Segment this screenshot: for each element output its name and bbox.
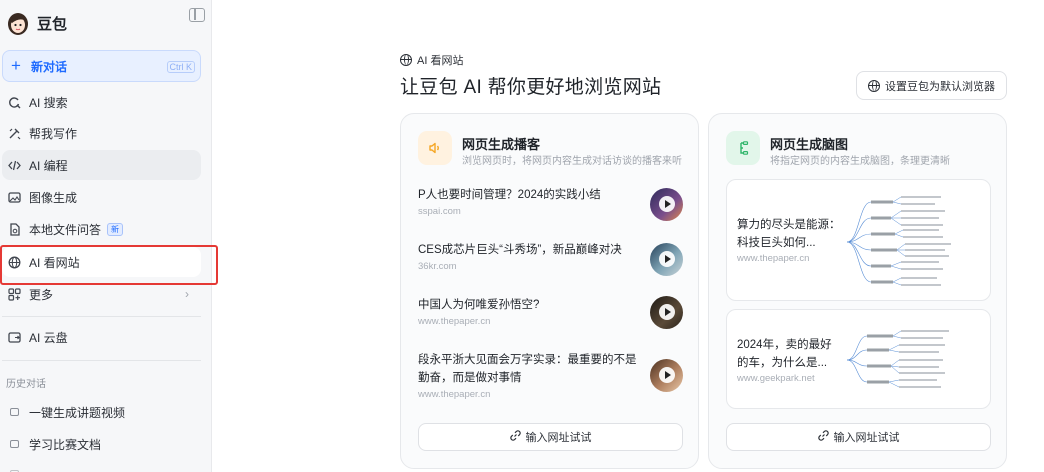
play-icon[interactable] (659, 304, 675, 320)
link-icon (509, 430, 521, 444)
podcast-thumbnail (650, 296, 683, 329)
sidebar-collapse-icon[interactable] (189, 8, 205, 22)
page-kicker-label: AI 看网站 (417, 55, 464, 67)
mindmap-preview (846, 330, 949, 388)
podcast-item[interactable]: CES成芯片巨头“斗秀场”，新品巅峰对决 36kr.com (418, 241, 683, 293)
page-title: 让豆包 AI 帮你更好地浏览网站 (400, 77, 662, 98)
sidebar-item-label: AI 云盘 (29, 330, 68, 345)
mindmap-item-title: 2024年，卖的最好的车，为什么是... (737, 339, 832, 369)
podcast-item-source: 36kr.com (418, 261, 457, 272)
grid-icon (8, 287, 21, 301)
chevron-right-icon: › (185, 287, 189, 301)
new-badge: 新 (107, 222, 124, 236)
podcast-item[interactable]: 段永平浙大见面会万字实录：最重要的不是勤奋，而是做对事情 www.thepape… (418, 351, 683, 411)
podcast-item-title: 中国人为何唯爱孙悟空? (418, 299, 540, 311)
sidebar-item-ai-search[interactable]: AI 搜索 (2, 87, 201, 117)
pen-icon (8, 127, 21, 140)
sidebar-item-label: AI 编程 (29, 158, 68, 173)
sidebar-item-label: 本地文件问答 (29, 222, 102, 237)
history-item[interactable]: 一键生成讲题视频 (2, 398, 201, 426)
podcast-item[interactable]: P人也要时间管理？2024的实践小结 sspai.com (418, 186, 683, 238)
mindmap-item[interactable]: 算力的尽头是能源：科技巨头如何... www.thepaper.cn (726, 179, 991, 301)
mindmap-try-url-button[interactable]: 输入网址试试 (726, 423, 991, 451)
new-chat-label: 新对话 (31, 59, 68, 74)
history-item-label: 一键生成讲题视频 (29, 405, 126, 420)
play-icon[interactable] (659, 251, 675, 267)
highlight-box (0, 245, 218, 285)
new-chat-button[interactable]: + 新对话 Ctrl K (2, 50, 201, 82)
podcast-card-subtitle: 浏览网页时，将网页内容生成对话访谈的播客来听 (462, 156, 682, 167)
mindmap-item-source: www.geekpark.net (737, 373, 815, 384)
mindmap-card-subtitle: 将指定网页的内容生成脑图，条理更清晰 (770, 156, 950, 167)
podcast-item[interactable]: 中国人为何唯爱孙悟空? www.thepaper.cn (418, 296, 683, 348)
podcast-thumbnail (650, 359, 683, 392)
page-kicker: AI 看网站 (400, 52, 463, 68)
podcast-try-url-button[interactable]: 输入网址试试 (418, 423, 683, 451)
sidebar-item-label: AI 搜索 (29, 95, 68, 110)
mindmap-item-title: 算力的尽头是能源：科技巨头如何... (737, 219, 841, 249)
chat-bubble-icon (10, 408, 19, 416)
image-icon (8, 191, 21, 204)
play-icon[interactable] (659, 196, 675, 212)
sidebar-item-label: 帮我写作 (29, 126, 78, 141)
history-item-label: 学习比赛文档 (29, 437, 102, 452)
plus-icon: + (11, 56, 21, 75)
play-icon[interactable] (659, 367, 675, 383)
code-icon (8, 159, 21, 172)
mindmap-card-title: 网页生成脑图 (770, 137, 849, 152)
mindmap-item[interactable]: 2024年，卖的最好的车，为什么是... www.geekpark.net (726, 309, 991, 409)
shortcut-hint: Ctrl K (166, 61, 195, 73)
sidebar-item-cloud-drive[interactable]: AI 云盘 (2, 322, 201, 352)
mindmap-card: 网页生成脑图 将指定网页的内容生成脑图，条理更清晰 算力的尽头是能源：科技巨头如… (708, 113, 1007, 469)
set-default-browser-button[interactable]: 设置豆包为默认浏览器 (856, 71, 1007, 100)
sidebar-divider (2, 360, 201, 361)
avatar (6, 9, 30, 37)
sidebar-item-image-gen[interactable]: 图像生成 (2, 182, 201, 212)
link-icon (817, 430, 829, 444)
mindmap-try-url-label: 输入网址试试 (833, 432, 900, 444)
history-item[interactable]: 学习比赛文档 (2, 430, 201, 458)
sidebar-item-file-qa[interactable]: 本地文件问答 新 (2, 214, 201, 244)
brand-name: 豆包 (37, 15, 68, 33)
podcast-try-url-label: 输入网址试试 (525, 432, 592, 444)
mindmap-item-source: www.thepaper.cn (737, 253, 810, 264)
globe-icon (400, 54, 412, 66)
speaker-icon (418, 131, 452, 165)
podcast-thumbnail (650, 188, 683, 221)
sidebar: 豆包 + 新对话 Ctrl K AI 搜索 帮我写作 AI 编程 图像生成 本地… (0, 0, 212, 472)
sidebar-divider (2, 316, 201, 317)
podcast-card: 网页生成播客 浏览网页时，将网页内容生成对话访谈的播客来听 P人也要时间管理？2… (400, 113, 699, 469)
sidebar-item-label: 更多 (29, 287, 54, 302)
chat-bubble-icon (10, 440, 19, 448)
podcast-item-title: P人也要时间管理？2024的实践小结 (418, 189, 601, 201)
sidebar-item-label: 图像生成 (29, 190, 78, 205)
podcast-item-title: CES成芯片巨头“斗秀场”，新品巅峰对决 (418, 244, 622, 256)
history-title: 历史对话 (6, 379, 46, 390)
podcast-card-title: 网页生成播客 (462, 137, 541, 152)
file-icon (8, 222, 21, 236)
mindmap-icon (726, 131, 760, 165)
cloud-drive-icon (8, 331, 21, 344)
search-icon (8, 96, 21, 109)
podcast-item-title: 段永平浙大见面会万字实录：最重要的不是勤奋，而是做对事情 (418, 354, 637, 384)
podcast-item-source: www.thepaper.cn (418, 389, 491, 400)
history-item[interactable] (2, 460, 201, 472)
app-root: 豆包 + 新对话 Ctrl K AI 搜索 帮我写作 AI 编程 图像生成 本地… (0, 0, 1044, 472)
brand[interactable]: 豆包 (6, 8, 206, 38)
globe-icon (868, 79, 880, 92)
mindmap-preview (846, 196, 951, 286)
podcast-thumbnail (650, 243, 683, 276)
sidebar-item-ai-coding[interactable]: AI 编程 (2, 150, 201, 180)
podcast-item-source: www.thepaper.cn (418, 316, 491, 327)
set-default-browser-label: 设置豆包为默认浏览器 (885, 80, 995, 93)
sidebar-item-writing[interactable]: 帮我写作 (2, 118, 201, 148)
podcast-item-source: sspai.com (418, 206, 461, 217)
